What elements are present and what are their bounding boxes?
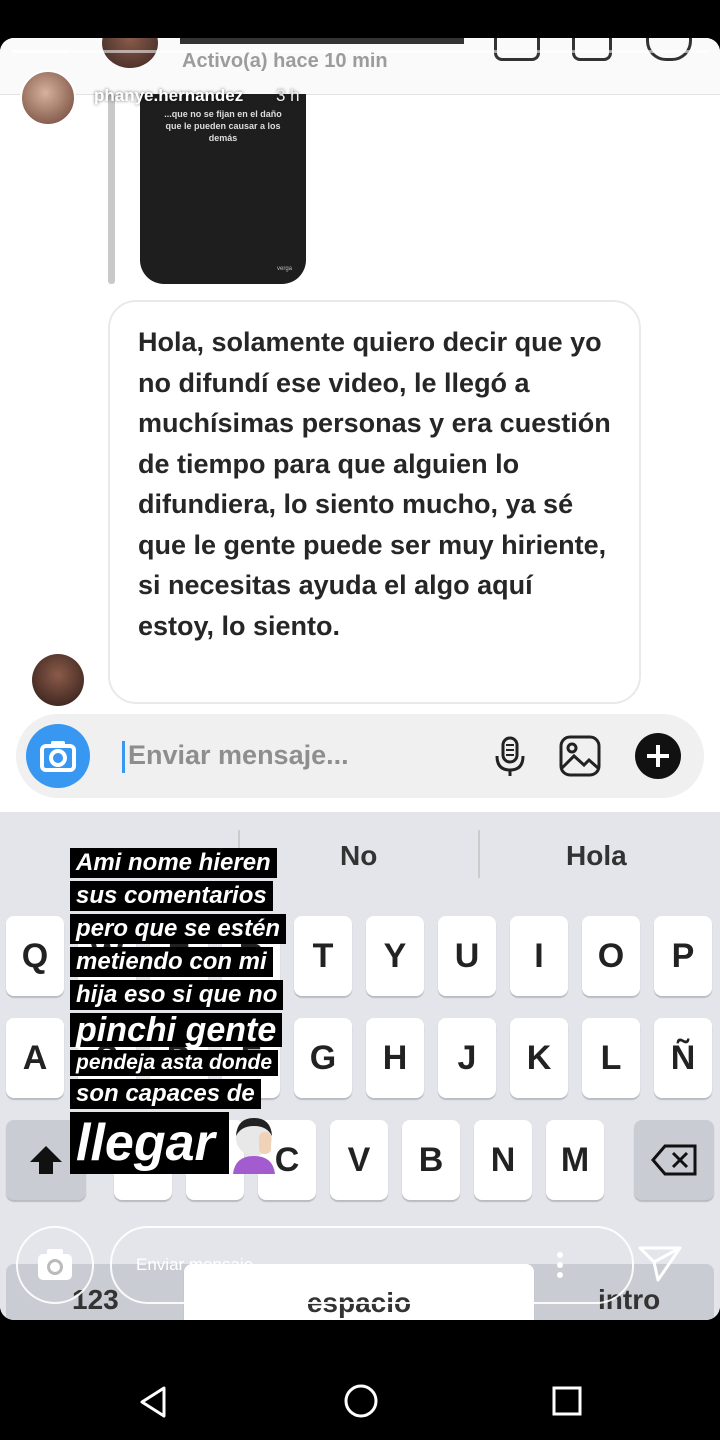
story-owner-avatar[interactable] bbox=[20, 70, 76, 126]
key-q[interactable]: Q bbox=[6, 916, 64, 996]
key-y[interactable]: Y bbox=[366, 916, 424, 996]
key-j[interactable]: J bbox=[438, 1018, 496, 1098]
recents-icon[interactable] bbox=[550, 1384, 584, 1418]
message-bubble: Hola, solamente quiero decir que yo no d… bbox=[108, 300, 641, 704]
story-camera-button[interactable] bbox=[16, 1226, 94, 1304]
microphone-icon[interactable] bbox=[488, 734, 532, 778]
overlay-line: pero que se estén bbox=[70, 914, 287, 944]
android-nav-bar bbox=[0, 1320, 720, 1440]
chat-contact-name-clipped bbox=[180, 38, 464, 44]
suggestion-1[interactable]: No bbox=[340, 840, 377, 872]
sender-avatar bbox=[32, 654, 84, 706]
overlay-line: Ami nome hieren bbox=[70, 848, 277, 878]
story-time: 3 h bbox=[276, 86, 300, 105]
suggestion-2[interactable]: Hola bbox=[566, 840, 627, 872]
camera-icon bbox=[38, 1249, 72, 1280]
reply-indicator-bar bbox=[108, 94, 115, 284]
overlay-line: son capaces de bbox=[70, 1079, 261, 1109]
key-u[interactable]: U bbox=[438, 916, 496, 996]
shift-arrow-icon bbox=[30, 1146, 62, 1174]
message-composer[interactable]: Enviar mensaje... bbox=[16, 714, 704, 798]
key-b[interactable]: B bbox=[402, 1120, 460, 1200]
key-i[interactable]: I bbox=[510, 916, 568, 996]
story-owner-name[interactable]: phanye.hernandez bbox=[94, 86, 243, 106]
story-progress-bar bbox=[12, 50, 710, 53]
overlay-line: metiendo con mi bbox=[70, 947, 273, 977]
text-caret bbox=[122, 741, 125, 773]
more-options-icon[interactable] bbox=[548, 1250, 572, 1280]
home-icon[interactable] bbox=[342, 1382, 380, 1420]
overlay-line: hija eso si que no bbox=[70, 980, 284, 1010]
key-l[interactable]: L bbox=[582, 1018, 640, 1098]
back-icon[interactable] bbox=[136, 1384, 172, 1420]
key-h[interactable]: H bbox=[366, 1018, 424, 1098]
key-k[interactable]: K bbox=[510, 1018, 568, 1098]
plus-circle-icon[interactable] bbox=[634, 732, 682, 780]
message-input[interactable]: Enviar mensaje... bbox=[128, 740, 349, 771]
thumbnail-text: ...que no se fijan en el daño que le pue… bbox=[164, 109, 282, 143]
key-n[interactable]: N bbox=[474, 1120, 532, 1200]
camera-button[interactable] bbox=[26, 724, 90, 788]
key-p[interactable]: P bbox=[654, 916, 712, 996]
story-reply-placeholder[interactable]: Enviar mensaje bbox=[136, 1255, 253, 1275]
thumbnail-footer: verga bbox=[276, 266, 292, 272]
key-a[interactable]: A bbox=[6, 1018, 64, 1098]
backspace-icon bbox=[651, 1144, 697, 1176]
key-m[interactable]: M bbox=[546, 1120, 604, 1200]
backspace-key[interactable] bbox=[634, 1120, 714, 1200]
story-progress-fill bbox=[12, 50, 68, 53]
overlay-line: pendeja asta donde bbox=[70, 1050, 279, 1076]
suggestion-divider bbox=[478, 830, 480, 878]
chat-contact-avatar bbox=[102, 38, 158, 68]
overlay-line: llegar bbox=[70, 1112, 229, 1174]
overlay-line: pinchi gente bbox=[70, 1013, 283, 1047]
key-o[interactable]: O bbox=[582, 916, 640, 996]
woman-facepalming-emoji bbox=[232, 1118, 275, 1174]
send-icon[interactable] bbox=[636, 1244, 684, 1284]
chat-status: Activo(a) hace 10 min bbox=[182, 50, 388, 72]
shared-story-thumbnail[interactable]: ...que no se fijan en el daño que le pue… bbox=[140, 94, 306, 284]
story-text-overlay: Ami nome hieren sus comentarios pero que… bbox=[70, 848, 340, 1177]
camera-icon bbox=[40, 741, 76, 772]
overlay-line: sus comentarios bbox=[70, 881, 273, 911]
key-n-tilde[interactable]: Ñ bbox=[654, 1018, 712, 1098]
gallery-icon[interactable] bbox=[558, 734, 602, 778]
